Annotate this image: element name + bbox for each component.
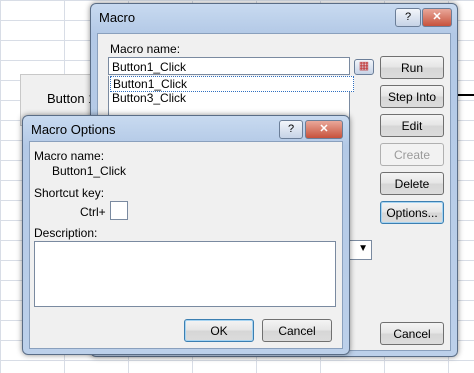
macro-name-value: Button1_Click <box>112 60 187 74</box>
macro-options-dialog: Macro Options ? ✕ Macro name: Button1_Cl… <box>22 115 350 355</box>
close-button[interactable]: ✕ <box>305 120 343 139</box>
macro-options-title: Macro Options <box>31 122 116 137</box>
run-button[interactable]: Run <box>380 56 444 79</box>
options-macro-name-label: Macro name: <box>34 149 105 163</box>
shortcut-key-label: Shortcut key: <box>34 186 105 200</box>
options-cancel-button[interactable]: Cancel <box>262 319 332 342</box>
list-item[interactable]: Button3_Click <box>110 91 352 105</box>
create-button[interactable]: Create <box>380 143 444 166</box>
sheet-line <box>458 94 474 96</box>
macro-options-body: Macro name: Button1_Click Shortcut key: … <box>29 141 343 349</box>
delete-button[interactable]: Delete <box>380 172 444 195</box>
macro-dialog-title: Macro <box>99 10 136 25</box>
shortcut-key-input[interactable] <box>110 201 128 220</box>
description-textarea[interactable] <box>34 241 336 307</box>
macro-name-label: Macro name: <box>110 42 181 56</box>
edit-button[interactable]: Edit <box>380 114 444 137</box>
options-button[interactable]: Options... <box>380 201 444 224</box>
chevron-down-icon: ▼ <box>358 243 368 254</box>
ctrl-label: Ctrl+ <box>80 205 106 219</box>
collapse-dialog-icon[interactable]: ▦ <box>354 59 374 75</box>
close-button[interactable]: ✕ <box>422 8 452 27</box>
macro-name-input[interactable]: Button1_Click <box>108 57 350 75</box>
help-button[interactable]: ? <box>279 120 303 139</box>
help-button[interactable]: ? <box>395 8 421 27</box>
list-item[interactable]: Button1_Click <box>110 76 354 92</box>
sheet-button-label: Button 1 <box>47 91 96 106</box>
options-macro-name-value: Button1_Click <box>52 164 127 178</box>
ok-button[interactable]: OK <box>184 319 254 342</box>
cancel-button[interactable]: Cancel <box>380 322 444 345</box>
step-into-button[interactable]: Step Into <box>380 85 444 108</box>
description-label: Description: <box>34 226 98 240</box>
